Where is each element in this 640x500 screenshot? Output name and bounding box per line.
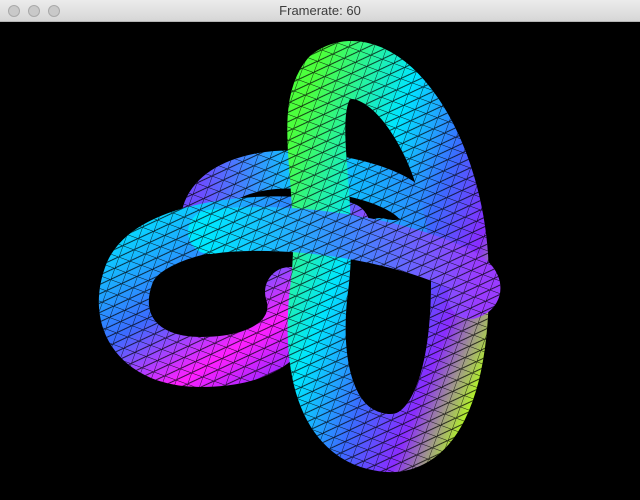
knot-render: [98, 41, 500, 473]
app-window: Framerate: 60: [0, 0, 640, 500]
title-bar[interactable]: Framerate: 60: [0, 0, 640, 22]
render-canvas[interactable]: [0, 22, 640, 500]
window-title: Framerate: 60: [279, 3, 361, 18]
